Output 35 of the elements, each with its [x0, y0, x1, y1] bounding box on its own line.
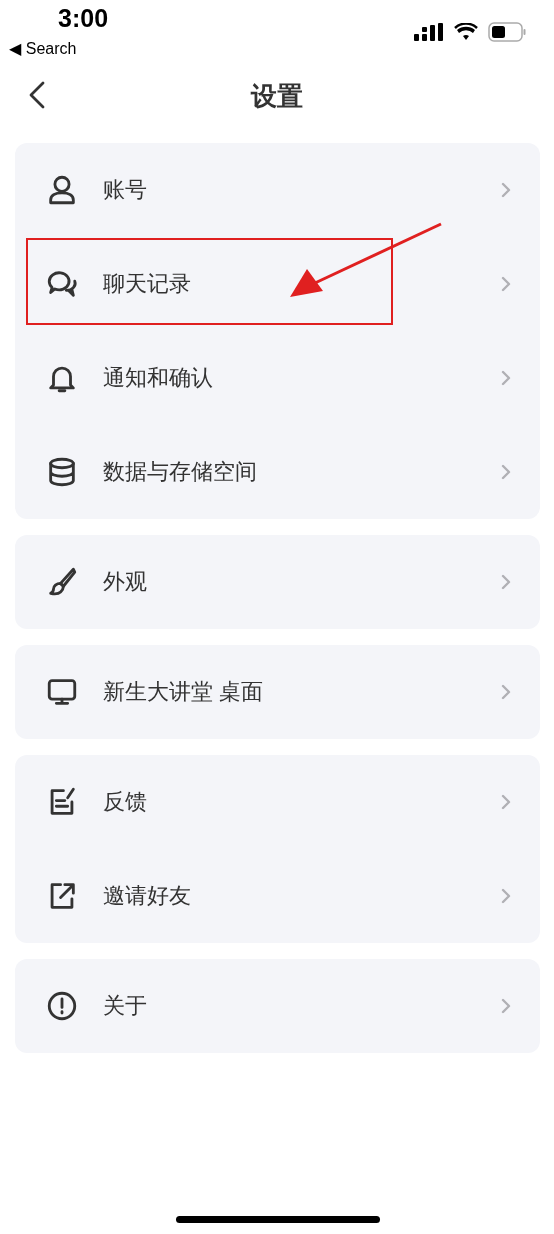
settings-row[interactable]: 聊天记录	[15, 237, 540, 331]
settings-row[interactable]: 新生大讲堂 桌面	[15, 645, 540, 739]
row-label: 通知和确认	[103, 364, 214, 392]
chevron-icon	[500, 463, 512, 481]
battery-icon	[488, 22, 526, 42]
back-icon[interactable]	[28, 80, 46, 110]
row-label: 反馈	[103, 788, 148, 816]
chevron-icon	[500, 275, 512, 293]
chevron-icon	[500, 683, 512, 701]
settings-row[interactable]: 反馈	[15, 755, 540, 849]
row-label: 聊天记录	[103, 270, 192, 298]
settings-row[interactable]: 邀请好友	[15, 849, 540, 943]
wifi-icon	[454, 23, 478, 41]
row-label: 关于	[103, 992, 148, 1020]
exclamation-circle-icon	[45, 989, 79, 1023]
page-title: 设置	[251, 79, 303, 113]
row-label: 数据与存储空间	[103, 458, 258, 486]
settings-row[interactable]: 账号	[15, 143, 540, 237]
settings-row[interactable]: 通知和确认	[15, 331, 540, 425]
settings-row[interactable]: 关于	[15, 959, 540, 1053]
row-label: 账号	[103, 176, 148, 204]
settings-row[interactable]: 数据与存储空间	[15, 425, 540, 519]
signal-icon	[414, 23, 444, 41]
chevron-icon	[500, 181, 512, 199]
chevron-icon	[500, 573, 512, 591]
row-label: 邀请好友	[103, 882, 192, 910]
settings-row[interactable]: 外观	[15, 535, 540, 629]
status-time: 3:00	[58, 4, 109, 33]
row-label: 新生大讲堂 桌面	[103, 678, 265, 706]
chevron-icon	[500, 887, 512, 905]
chevron-icon	[500, 997, 512, 1015]
row-label: 外观	[103, 568, 148, 596]
chevron-icon	[500, 793, 512, 811]
chevron-icon	[500, 369, 512, 387]
back-to-app-link[interactable]: ◀ Search	[9, 39, 77, 58]
